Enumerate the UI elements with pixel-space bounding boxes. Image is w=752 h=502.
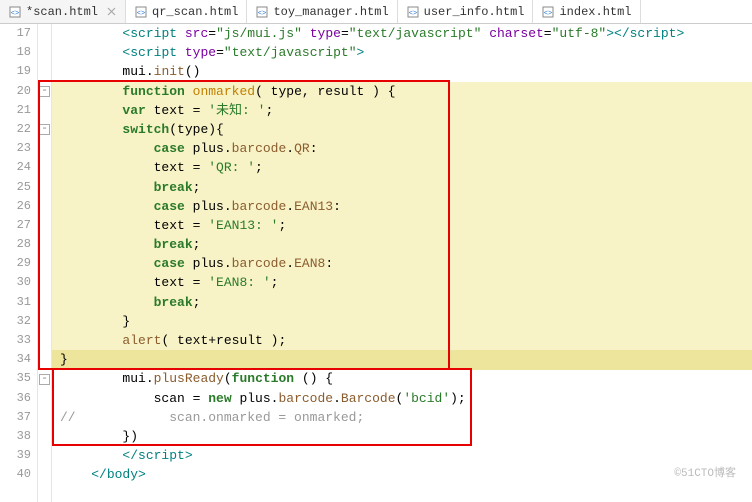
line-number: 40 (0, 465, 31, 484)
code-line[interactable]: break; (60, 293, 752, 312)
fold-toggle-icon[interactable]: - (39, 86, 50, 97)
line-number: 34 (0, 350, 31, 369)
code-line[interactable]: <script type="text/javascript"> (60, 43, 752, 62)
tab-label: *scan.html (26, 5, 98, 19)
code-line[interactable]: alert( text+result ); (60, 331, 752, 350)
line-number: 28 (0, 235, 31, 254)
line-number: 37 (0, 408, 31, 427)
tab-2[interactable]: <> toy_manager.html (247, 0, 397, 23)
tab-4[interactable]: <> index.html (533, 0, 640, 23)
line-number-gutter: 1718192021222324252627282930313233343536… (0, 24, 38, 502)
line-number: 24 (0, 158, 31, 177)
code-line[interactable]: break; (60, 235, 752, 254)
svg-text:<>: <> (544, 10, 552, 18)
tab-0[interactable]: <> *scan.html (0, 0, 126, 23)
code-line[interactable]: } (60, 312, 752, 331)
code-area[interactable]: <script src="js/mui.js" type="text/javas… (52, 24, 752, 502)
line-number: 27 (0, 216, 31, 235)
line-number: 30 (0, 273, 31, 292)
line-number: 22 (0, 120, 31, 139)
close-icon[interactable] (106, 6, 117, 17)
html-file-icon: <> (255, 5, 269, 19)
code-line[interactable]: case plus.barcode.QR: (60, 139, 752, 158)
code-line[interactable]: mui.plusReady(function () { (60, 369, 752, 388)
svg-text:<>: <> (11, 10, 19, 18)
line-number: 17 (0, 24, 31, 43)
code-line[interactable]: text = 'QR: '; (60, 158, 752, 177)
code-line[interactable]: </script> (60, 446, 752, 465)
code-line[interactable]: <script src="js/mui.js" type="text/javas… (60, 24, 752, 43)
html-file-icon: <> (541, 5, 555, 19)
code-line[interactable]: break; (60, 178, 752, 197)
html-file-icon: <> (8, 5, 22, 19)
line-number: 26 (0, 197, 31, 216)
tab-label: toy_manager.html (273, 5, 388, 19)
code-line[interactable]: // scan.onmarked = onmarked; (60, 408, 752, 427)
line-number: 39 (0, 446, 31, 465)
code-line[interactable]: text = 'EAN8: '; (60, 273, 752, 292)
line-number: 23 (0, 139, 31, 158)
code-line[interactable]: </body> (60, 465, 752, 484)
line-number: 18 (0, 43, 31, 62)
code-line[interactable]: var text = '未知: '; (60, 101, 752, 120)
code-line[interactable]: switch(type){ (60, 120, 752, 139)
tab-label: qr_scan.html (152, 5, 238, 19)
code-line[interactable]: case plus.barcode.EAN8: (60, 254, 752, 273)
svg-text:<>: <> (408, 10, 416, 18)
svg-text:<>: <> (137, 10, 145, 18)
fold-gutter: - - - (38, 24, 52, 502)
line-number: 20 (0, 82, 31, 101)
fold-toggle-icon[interactable]: - (39, 374, 50, 385)
tab-label: index.html (559, 5, 631, 19)
line-number: 19 (0, 62, 31, 81)
tab-bar: <> *scan.html <> qr_scan.html <> toy_manager.… (0, 0, 752, 24)
code-line[interactable]: case plus.barcode.EAN13: (60, 197, 752, 216)
line-number: 35 (0, 369, 31, 388)
html-file-icon: <> (406, 5, 420, 19)
code-line[interactable]: scan = new plus.barcode.Barcode('bcid'); (60, 389, 752, 408)
tab-label: user_info.html (424, 5, 525, 19)
svg-text:<>: <> (258, 10, 266, 18)
tab-1[interactable]: <> qr_scan.html (126, 0, 247, 23)
line-number: 33 (0, 331, 31, 350)
fold-toggle-icon[interactable]: - (39, 124, 50, 135)
line-number: 21 (0, 101, 31, 120)
code-line[interactable]: mui.init() (60, 62, 752, 81)
code-editor[interactable]: 1718192021222324252627282930313233343536… (0, 24, 752, 502)
line-number: 25 (0, 178, 31, 197)
line-number: 31 (0, 293, 31, 312)
tab-3[interactable]: <> user_info.html (398, 0, 534, 23)
line-number: 29 (0, 254, 31, 273)
code-line[interactable]: function onmarked( type, result ) { (60, 82, 752, 101)
html-file-icon: <> (134, 5, 148, 19)
code-line[interactable]: text = 'EAN13: '; (60, 216, 752, 235)
code-line[interactable]: }) (60, 427, 752, 446)
line-number: 38 (0, 427, 31, 446)
line-number: 32 (0, 312, 31, 331)
line-number: 36 (0, 389, 31, 408)
code-line[interactable]: } (60, 350, 752, 369)
